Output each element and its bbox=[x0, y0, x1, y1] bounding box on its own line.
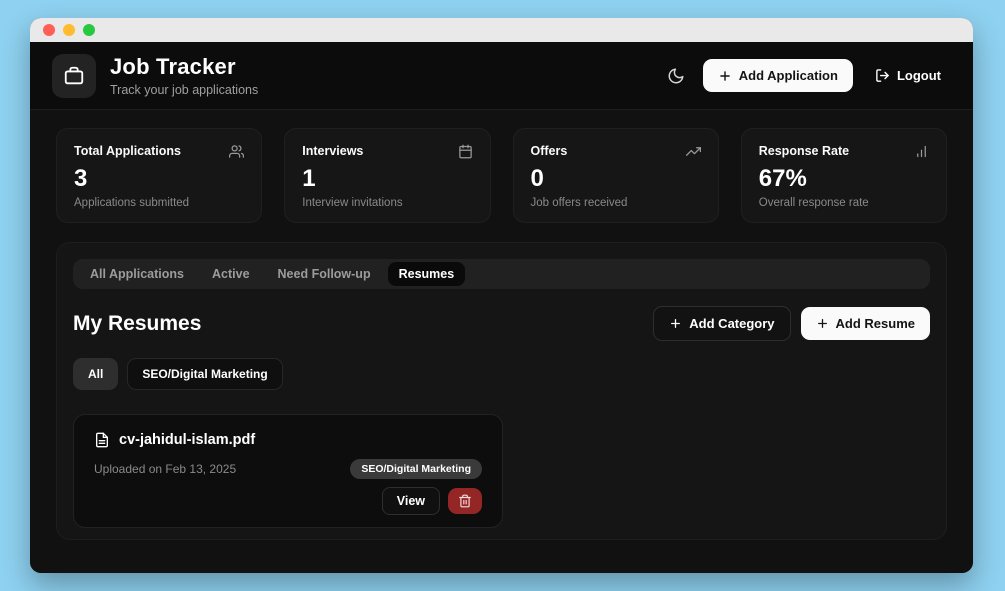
traffic-light-minimize-icon[interactable] bbox=[63, 24, 75, 36]
moon-icon bbox=[667, 67, 685, 85]
app-header: Job Tracker Track your job applications … bbox=[30, 42, 973, 110]
app-window: Job Tracker Track your job applications … bbox=[30, 18, 973, 573]
header-actions: Add Application Logout bbox=[667, 59, 945, 92]
header-text: Job Tracker Track your job applications bbox=[110, 54, 258, 97]
tab-active[interactable]: Active bbox=[201, 262, 261, 286]
stat-label: Response Rate bbox=[758, 144, 850, 158]
calendar-icon bbox=[458, 144, 473, 159]
traffic-light-zoom-icon[interactable] bbox=[83, 24, 95, 36]
theme-toggle-button[interactable] bbox=[667, 67, 685, 85]
add-resume-button[interactable]: Add Resume bbox=[800, 307, 930, 340]
traffic-light-close-icon[interactable] bbox=[43, 24, 55, 36]
add-category-button[interactable]: Add Category bbox=[653, 306, 791, 341]
users-icon bbox=[229, 144, 245, 159]
stat-label: Total Applications bbox=[74, 144, 181, 158]
app-logo bbox=[52, 53, 96, 98]
section-header-row: My Resumes Add Category Add Resume bbox=[73, 306, 930, 341]
stats-row: Total Applications 3 Applications submit… bbox=[56, 128, 947, 223]
stat-value: 1 bbox=[302, 165, 316, 192]
stat-card-offers: Offers 0 Job offers received bbox=[512, 128, 719, 223]
file-text-icon bbox=[94, 432, 110, 448]
resume-meta-row: Uploaded on Feb 13, 2025 SEO/Digital Mar… bbox=[94, 459, 482, 479]
plus-icon bbox=[816, 317, 829, 330]
stat-value: 0 bbox=[530, 165, 544, 192]
resume-title-row: cv-jahidul-islam.pdf bbox=[94, 432, 482, 448]
resume-card: cv-jahidul-islam.pdf Uploaded on Feb 13,… bbox=[73, 414, 503, 528]
category-filter-row: All SEO/Digital Marketing bbox=[73, 358, 930, 390]
add-application-label: Add Application bbox=[738, 68, 838, 83]
trending-up-icon bbox=[685, 144, 701, 159]
briefcase-icon bbox=[63, 65, 85, 87]
window-titlebar bbox=[30, 18, 973, 42]
section-title: My Resumes bbox=[73, 311, 202, 335]
stat-label: Offers bbox=[530, 144, 568, 158]
add-application-button[interactable]: Add Application bbox=[702, 59, 853, 92]
resume-upload-date: Uploaded on Feb 13, 2025 bbox=[94, 462, 237, 476]
tab-all-applications[interactable]: All Applications bbox=[79, 262, 195, 286]
add-category-label: Add Category bbox=[689, 316, 775, 331]
logout-button[interactable]: Logout bbox=[871, 59, 945, 92]
app-content: Job Tracker Track your job applications … bbox=[30, 42, 973, 573]
trash-icon bbox=[458, 494, 472, 508]
tab-bar: All Applications Active Need Follow-up R… bbox=[73, 259, 930, 289]
stat-value: 67% bbox=[758, 165, 807, 192]
resume-filename: cv-jahidul-islam.pdf bbox=[119, 432, 256, 448]
resume-actions-row: View bbox=[94, 487, 482, 515]
resume-category-badge: SEO/Digital Marketing bbox=[350, 459, 482, 479]
page-subtitle: Track your job applications bbox=[110, 83, 259, 97]
stat-card-response-rate: Response Rate 67% Overall response rate bbox=[740, 128, 947, 223]
add-resume-label: Add Resume bbox=[835, 316, 915, 331]
logout-label: Logout bbox=[896, 68, 941, 83]
header-brand: Job Tracker Track your job applications bbox=[52, 53, 258, 98]
filter-chip-seo-digital-marketing[interactable]: SEO/Digital Marketing bbox=[127, 358, 283, 390]
stat-card-interviews: Interviews 1 Interview invitations bbox=[284, 128, 491, 223]
logout-icon bbox=[875, 68, 890, 83]
stat-card-total-applications: Total Applications 3 Applications submit… bbox=[56, 128, 263, 223]
tab-need-follow-up[interactable]: Need Follow-up bbox=[267, 262, 382, 286]
bar-chart-icon bbox=[914, 144, 929, 159]
stat-description: Applications submitted bbox=[74, 197, 190, 209]
plus-icon bbox=[669, 317, 682, 330]
section-actions: Add Category Add Resume bbox=[653, 306, 930, 341]
tab-resumes[interactable]: Resumes bbox=[387, 262, 466, 286]
stat-description: Overall response rate bbox=[758, 197, 869, 209]
plus-icon bbox=[718, 69, 732, 83]
view-resume-button[interactable]: View bbox=[381, 487, 440, 515]
delete-resume-button[interactable] bbox=[448, 488, 482, 514]
page-title: Job Tracker bbox=[110, 54, 236, 79]
resumes-panel: All Applications Active Need Follow-up R… bbox=[56, 242, 947, 540]
stat-description: Interview invitations bbox=[302, 197, 403, 209]
filter-chip-all[interactable]: All bbox=[73, 358, 119, 390]
stat-value: 3 bbox=[74, 165, 88, 192]
stat-label: Interviews bbox=[302, 144, 364, 158]
stat-description: Job offers received bbox=[530, 197, 628, 209]
